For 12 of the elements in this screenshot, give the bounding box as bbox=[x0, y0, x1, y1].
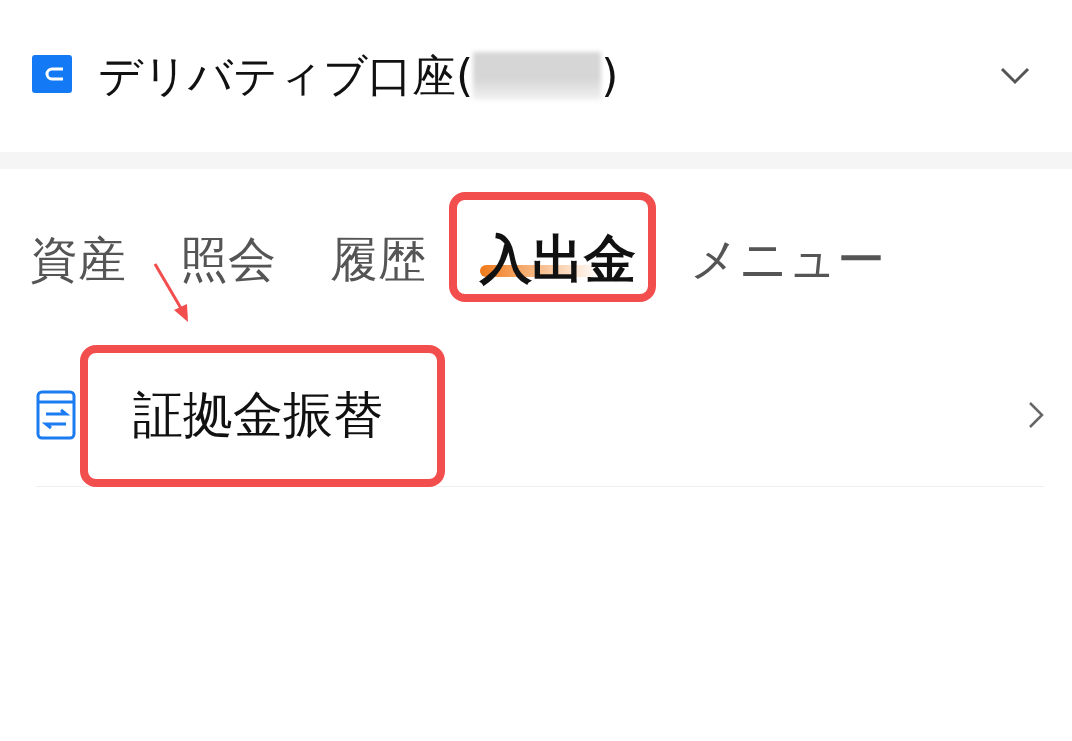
card-icon bbox=[32, 55, 72, 93]
account-name-end: ) bbox=[601, 54, 619, 98]
menu-label: 証拠金振替 bbox=[133, 385, 383, 444]
transfer-icon bbox=[36, 389, 76, 440]
chevron-right-icon bbox=[1028, 400, 1044, 429]
chevron-down-icon[interactable] bbox=[1000, 67, 1030, 85]
account-name[interactable]: デリバティブ口座( bbox=[98, 54, 474, 98]
tab[interactable]: メニュー bbox=[690, 229, 885, 289]
tab[interactable]: 照会 bbox=[180, 229, 276, 289]
tab[interactable]: 履歴 bbox=[330, 229, 426, 289]
menu-row[interactable]: 証拠金振替 bbox=[36, 329, 1044, 487]
tab[interactable]: 資産 bbox=[30, 229, 126, 289]
